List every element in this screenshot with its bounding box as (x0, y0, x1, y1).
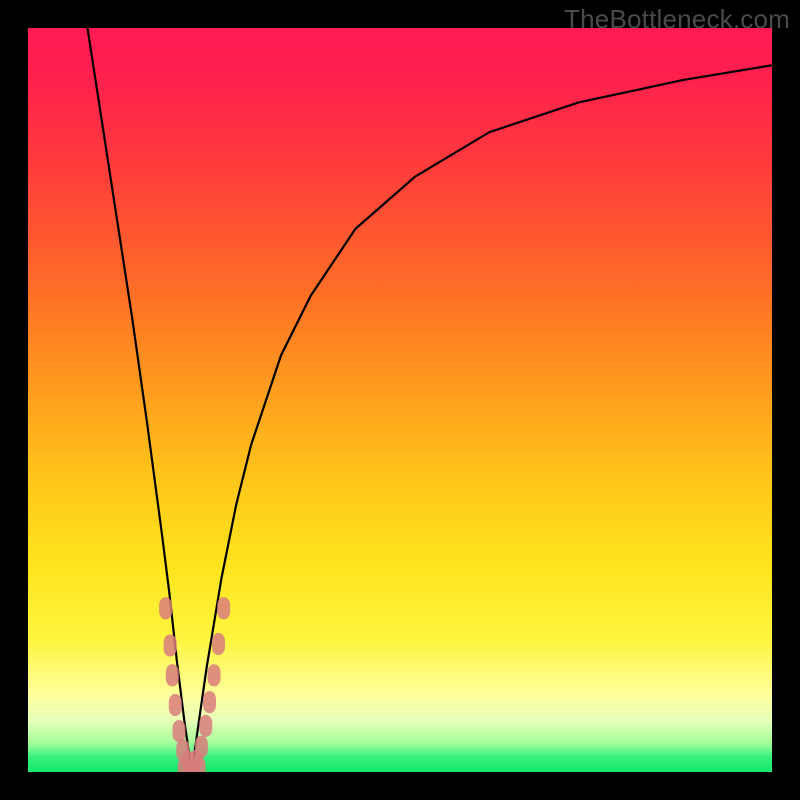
marker-dot (166, 664, 179, 686)
marker-dot (164, 635, 177, 657)
marker-dot (169, 694, 182, 716)
marker-dot (217, 597, 230, 619)
marker-dot (159, 597, 172, 619)
marker-dot (173, 720, 186, 742)
curve-layer (28, 28, 772, 772)
marker-dot (203, 691, 216, 713)
plot-area (28, 28, 772, 772)
watermark-text: TheBottleneck.com (564, 4, 790, 35)
marker-dot (212, 633, 225, 655)
marker-dot (199, 715, 212, 737)
chart-frame: TheBottleneck.com (0, 0, 800, 800)
marker-dot (195, 736, 208, 758)
marker-dot (193, 757, 206, 773)
marker-dot (208, 664, 221, 686)
bottleneck-curve (88, 28, 773, 772)
